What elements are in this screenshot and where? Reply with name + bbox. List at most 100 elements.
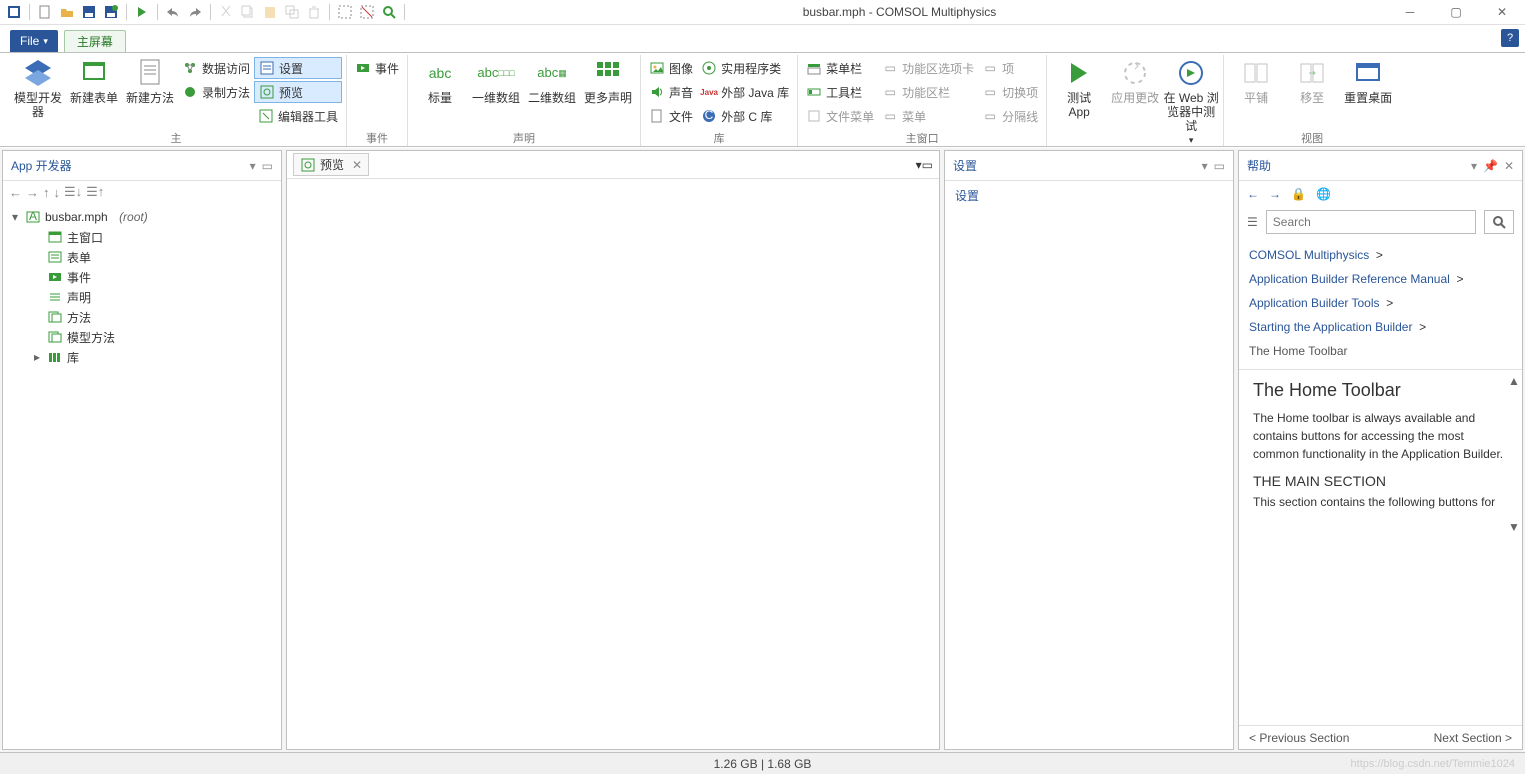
model-developer-button[interactable]: 模型开发器 [10,55,66,119]
up-icon[interactable]: ↑ [43,185,50,200]
minimize-button[interactable]: ─ [1387,0,1433,25]
tree-item[interactable]: 表单 [31,247,275,267]
new-icon[interactable] [35,2,55,22]
crumb-link[interactable]: Application Builder Tools [1249,296,1380,310]
next-section-button[interactable]: Next Section > [1434,731,1512,745]
tile-button[interactable]: 平铺 [1228,55,1284,105]
crumb-link[interactable]: Starting the Application Builder [1249,320,1412,334]
tree-root[interactable]: ▾Abusbar.mph (root) [9,207,275,227]
toolbar-button[interactable]: 工具栏 [802,81,878,103]
array2d-button[interactable]: abc▦二维数组 [524,55,580,105]
panel-max-icon[interactable]: ▭ [1214,159,1225,173]
tree-item[interactable]: 事件 [31,267,275,287]
close-tab-icon[interactable]: ✕ [352,158,362,172]
article-para: This section contains the following butt… [1253,493,1508,511]
open-icon[interactable] [57,2,77,22]
panel-close-icon[interactable]: ✕ [1504,159,1514,173]
run-icon[interactable] [132,2,152,22]
pin-icon[interactable]: 📌 [1483,159,1498,173]
new-form-button[interactable]: 新建表单 [66,55,122,105]
move-button[interactable]: 移至 [1284,55,1340,105]
save-icon[interactable] [79,2,99,22]
paste-icon[interactable] [260,2,280,22]
test-app-button[interactable]: 测试 App [1051,55,1107,119]
help-toolbar: ← → 🔒 🌐 [1239,181,1522,207]
data-access-button[interactable]: 数据访问 [178,57,254,79]
down-icon[interactable]: ↓ [54,185,61,200]
prev-section-button[interactable]: < Previous Section [1249,731,1349,745]
delete-icon[interactable] [304,2,324,22]
crumb-link[interactable]: Application Builder Reference Manual [1249,272,1450,286]
tree-item[interactable]: 方法 [31,307,275,327]
tab-home[interactable]: 主屏幕 [64,30,126,52]
lock-icon[interactable]: 🔒 [1291,187,1306,201]
preview-canvas [287,179,939,749]
help-content: The Home Toolbar The Home toolbar is alw… [1239,369,1522,725]
ribbon-group-test: 测试 App 应用更改 在 Web 浏 览器中测试▾ 测试 [1047,55,1224,146]
undo-icon[interactable] [163,2,183,22]
editor-tools-button[interactable]: 编辑器工具 [254,105,342,127]
scroll-down-icon[interactable]: ▼ [1508,520,1520,534]
group-label-view: 视图 [1228,130,1396,146]
scalar-button[interactable]: abc标量 [412,55,468,105]
save-as-icon[interactable] [101,2,121,22]
group-label-main: 主 [10,130,342,146]
collapse-icon[interactable]: ☰↑ [86,184,104,200]
help-back-icon[interactable]: ← [1247,187,1259,201]
new-method-button[interactable]: 新建方法 [122,55,178,105]
file-button[interactable]: 文件 [645,105,697,127]
scroll-up-icon[interactable]: ▲ [1508,374,1520,388]
toc-icon[interactable]: ☰ [1247,215,1258,229]
image-button[interactable]: 图像 [645,57,697,79]
preview-button[interactable]: 预览 [254,81,342,103]
tree-item[interactable]: 主窗口 [31,227,275,247]
expand-icon[interactable]: ☰↓ [64,184,82,200]
cut-icon[interactable] [216,2,236,22]
panel-menu-icon[interactable]: ▾ [1471,159,1477,173]
tree-item[interactable]: ▸库 [31,347,275,367]
tree-toolbar: ← → ↑ ↓ ☰↓ ☰↑ [3,181,281,203]
ribbon-group-main: 模型开发器 新建表单 新建方法 数据访问 录制方法 设置 预览 编辑器工具 主 [6,55,347,146]
menubar-button[interactable]: 菜单栏 [802,57,878,79]
settings-button[interactable]: 设置 [254,57,342,79]
record-method-button[interactable]: 录制方法 [178,81,254,103]
copy-icon[interactable] [238,2,258,22]
sound-button[interactable]: 声音 [645,81,697,103]
article-title: The Home Toolbar [1253,380,1508,401]
crumb-link[interactable]: COMSOL Multiphysics [1249,248,1369,262]
file-menu[interactable]: File [10,30,58,52]
close-button[interactable]: ✕ [1479,0,1525,25]
maximize-button[interactable]: ▢ [1433,0,1479,25]
tree-item[interactable]: 模型方法 [31,327,275,347]
ext-java-button[interactable]: Java外部 Java 库 [697,81,793,103]
globe-icon[interactable]: 🌐 [1316,187,1331,201]
panel-menu-icon[interactable]: ▾ [1202,159,1208,173]
events-button[interactable]: 事件 [351,57,403,79]
reset-desktop-button[interactable]: 重置桌面 [1340,55,1396,105]
array1d-button[interactable]: abc□□□一维数组 [468,55,524,105]
svg-text:A: A [29,211,37,223]
back-icon[interactable]: ← [9,185,22,200]
find-icon[interactable] [379,2,399,22]
deselect-icon[interactable] [357,2,377,22]
select-icon[interactable] [335,2,355,22]
test-browser-button[interactable]: 在 Web 浏 览器中测试▾ [1163,55,1219,147]
filemenu-button: 文件菜单 [802,105,878,127]
help-forward-icon[interactable]: → [1269,187,1281,201]
duplicate-icon[interactable] [282,2,302,22]
preview-tab[interactable]: 预览 ✕ [293,153,369,176]
panel-max-icon[interactable]: ▭ [922,158,933,172]
util-class-button[interactable]: 实用程序类 [697,57,793,79]
redo-icon[interactable] [185,2,205,22]
help-button[interactable]: ? [1501,29,1519,47]
apply-changes-button[interactable]: 应用更改 [1107,55,1163,105]
search-button[interactable] [1484,210,1514,234]
panel-menu-icon[interactable]: ▾ [250,159,256,173]
ext-c-button[interactable]: C外部 C 库 [697,105,793,127]
forward-icon[interactable]: → [26,185,39,200]
panel-close-icon[interactable]: ▭ [262,159,273,173]
tree-item[interactable]: 声明 [31,287,275,307]
search-input[interactable] [1266,210,1476,234]
help-nav: < Previous Section Next Section > [1239,725,1522,749]
more-decl-button[interactable]: 更多声明 [580,55,636,105]
